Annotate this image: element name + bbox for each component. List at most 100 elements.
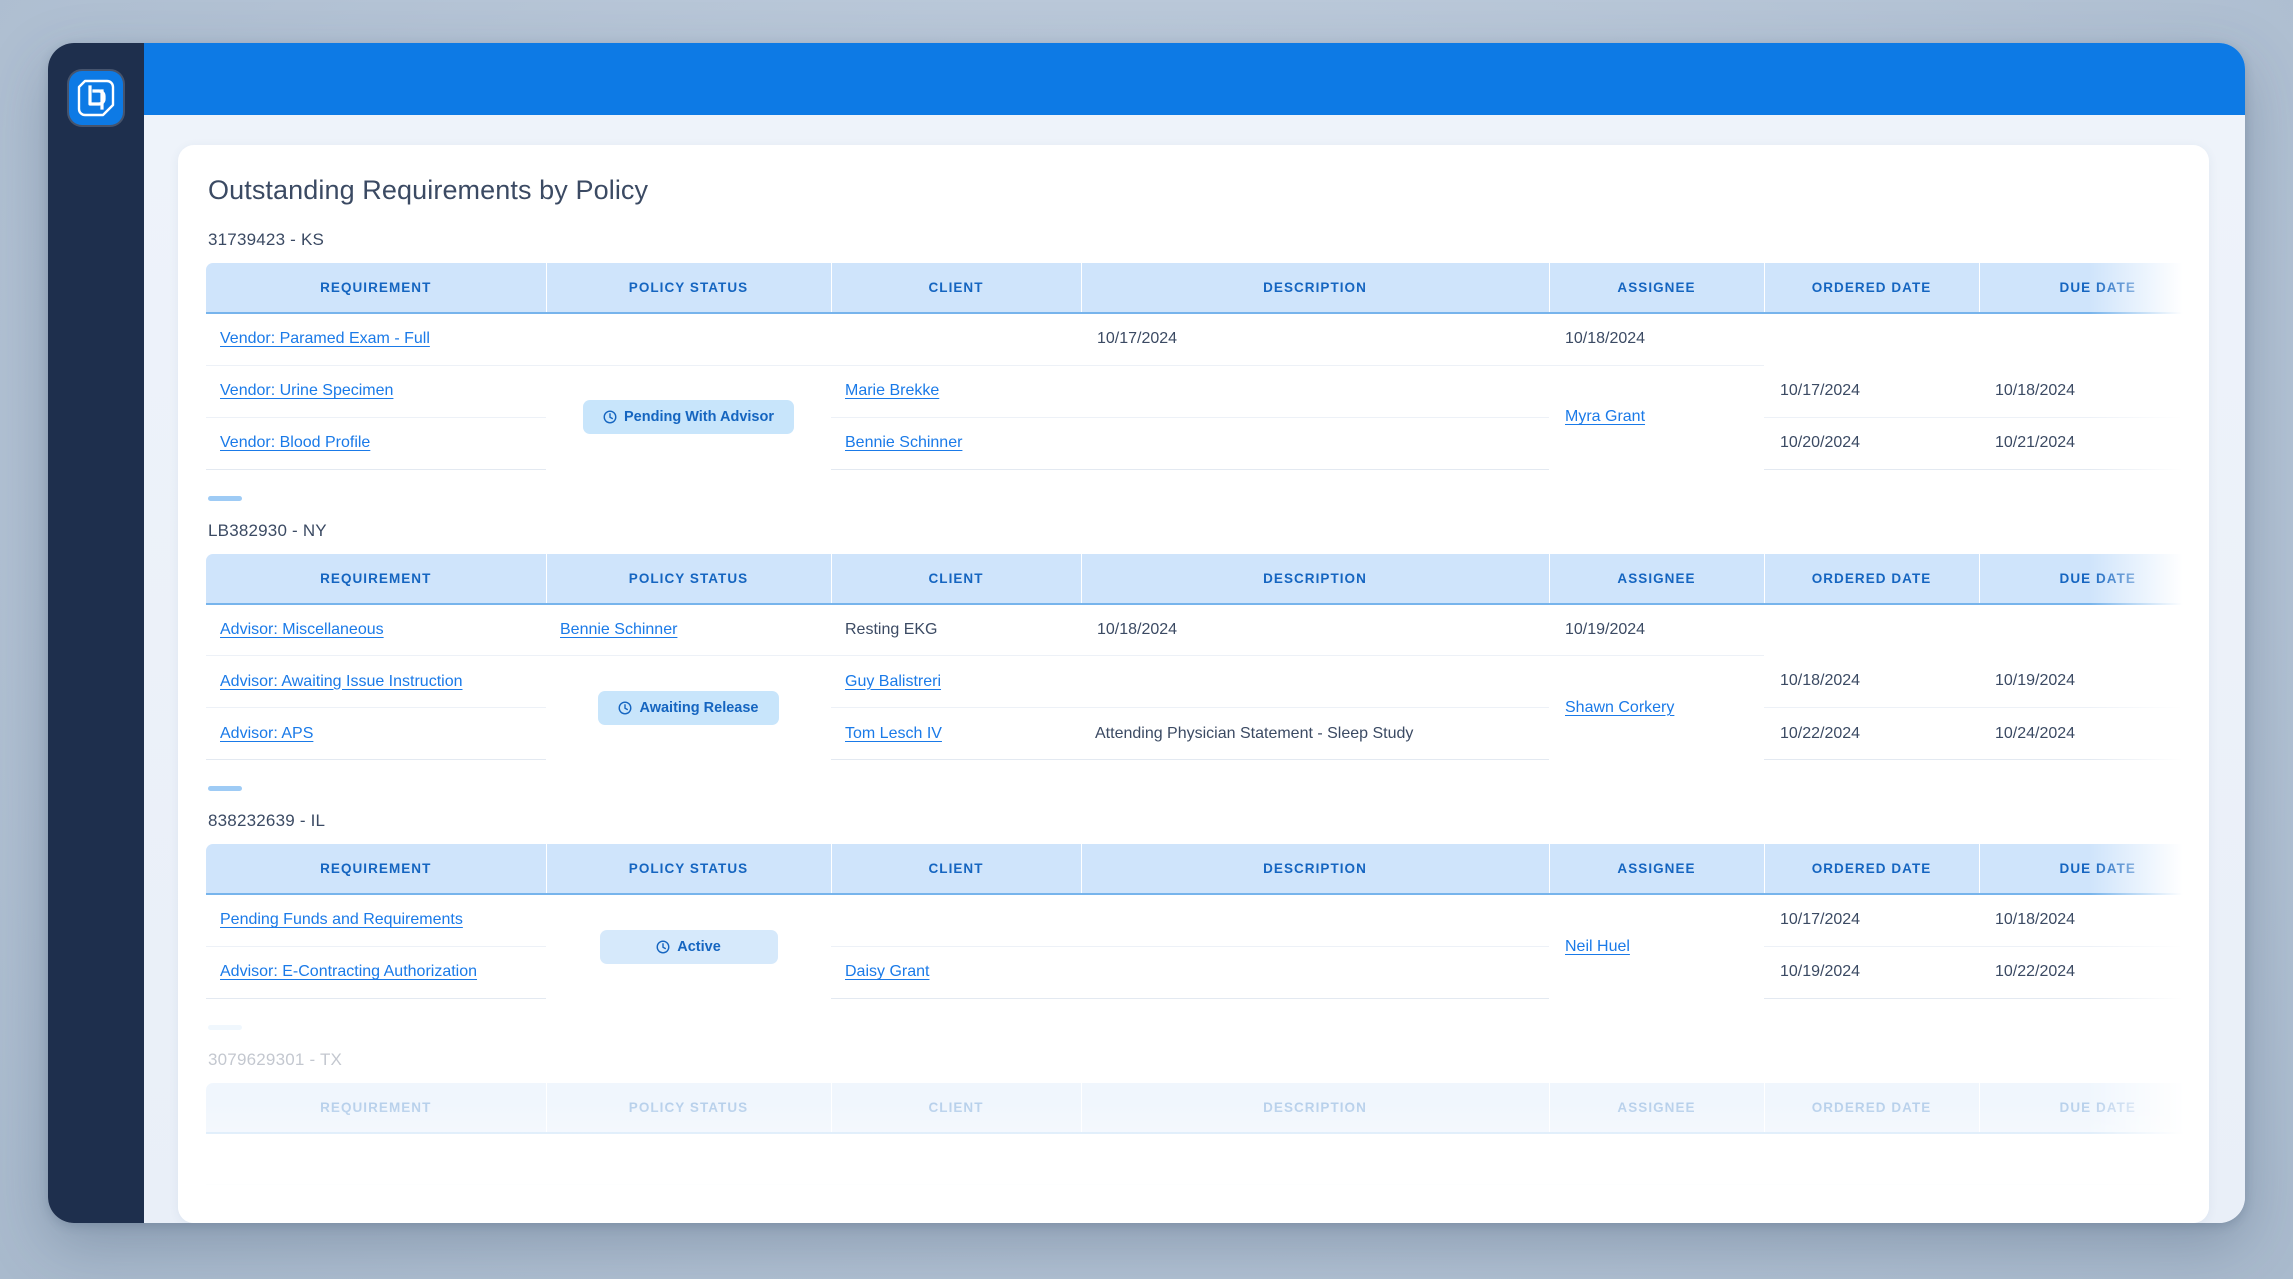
cell-ordered-date: 10/22/2024 [1764,707,1979,760]
cell-requirement: Advisor: Awaiting Issue Instruction [206,655,546,708]
client-link[interactable]: Bennie Schinner [845,434,962,451]
cell-client: Marie Brekke [831,365,1081,418]
column-header-client[interactable]: CLIENT [831,263,1082,314]
requirement-link[interactable]: Vendor: Urine Specimen [220,382,393,399]
cell-description: Attending Physician Statement - Sleep St… [1081,707,1549,760]
requirement-link[interactable]: Pending Funds and Requirements [220,911,463,928]
column-header-client[interactable]: CLIENT [831,1082,1082,1134]
column-header-policy-status[interactable]: POLICY STATUS [546,1082,832,1134]
column-header-due-date[interactable]: DUE DATE [1979,553,2209,605]
column-header-client[interactable]: CLIENT [831,553,1082,605]
column-header-description[interactable]: DESCRIPTION [1081,553,1550,605]
cell-due-date: 10/18/2024 [1979,365,2209,418]
policy-group-label: 31739423 - KS [208,230,325,249]
column-header-requirement[interactable]: REQUIREMENT [206,844,547,895]
requirements-table: REQUIREMENT POLICY STATUS CLIENT DESCRIPTIO… [206,1082,2209,1185]
assignee-link[interactable]: Myra Grant [1565,408,1645,425]
client-link[interactable]: Guy Balistreri [845,673,941,690]
requirements-table-wrapper: REQUIREMENT POLICY STATUS CLIENT DESCRIPTIO… [206,1082,2209,1185]
policy-group-label: 838232639 - IL [208,811,326,830]
column-header-due-date[interactable]: DUE DATE [1979,1082,2209,1134]
column-header-description[interactable]: DESCRIPTION [1081,1082,1550,1134]
column-header-client[interactable]: CLIENT [831,844,1082,895]
cell-requirement: Advisor: Miscellaneous [206,603,546,656]
requirement-link[interactable]: Advisor: Miscellaneous [220,621,384,638]
cell-empty [831,1132,1081,1185]
table-row[interactable]: Pending Funds and Requirements Active Neil… [206,894,2209,964]
requirements-table-wrapper: REQUIREMENT POLICY STATUS CLIENT DESCRIPTIO… [206,553,2209,760]
table-row[interactable]: Advisor: Miscellaneous Bennie Schinner Res… [206,603,2209,656]
requirement-link[interactable]: Advisor: E-Contracting Authorization [220,963,477,980]
table-header-row: REQUIREMENT POLICY STATUS CLIENT DESCRIPTIO… [206,553,2209,605]
table-row[interactable]: Advisor: APS Tom Lesch IV Attending Physic… [206,707,2209,760]
cell-ordered-date: 10/18/2024 [1764,655,1979,708]
report-card: Outstanding Requirements by Policy 31739… [178,145,2209,1223]
brand-logo-icon[interactable] [69,71,123,125]
table-row[interactable]: Vendor: Urine Specimen Pending With Advis… [206,365,2209,435]
requirements-table-wrapper: REQUIREMENT POLICY STATUS CLIENT DESCRIPTIO… [206,263,2209,470]
policy-group-label: 3079629301 - TX [208,1049,343,1069]
cell-policy-status: Active [546,894,831,998]
app-window: Outstanding Requirements by Policy 31739… [48,43,2245,1223]
column-header-description[interactable]: DESCRIPTION [1081,844,1550,895]
column-header-assignee[interactable]: ASSIGNEE [1549,553,1765,605]
column-header-assignee[interactable]: ASSIGNEE [1549,844,1765,895]
clock-icon [619,701,632,715]
client-link[interactable]: Bennie Schinner [560,621,677,638]
column-header-policy-status[interactable]: POLICY STATUS [546,844,832,895]
client-link[interactable]: Daisy Grant [845,963,929,980]
policy-group: 838232639 - IL REQUIREMENT POLICY STATUS CL… [206,786,2209,999]
policy-group: 31739423 - KS REQUIREMENT POLICY STATUS CLI… [206,230,2209,470]
column-header-policy-status[interactable]: POLICY STATUS [546,553,832,605]
requirements-table: REQUIREMENT POLICY STATUS CLIENT DESCRIPTIO… [206,263,2209,470]
table-row[interactable]: Vendor: Blood Profile Bennie Schinner 10/2… [206,417,2209,470]
requirement-link[interactable]: Advisor: Awaiting Issue Instruction [220,673,463,690]
column-header-ordered-date[interactable]: ORDERED DATE [1764,553,1980,605]
client-link[interactable]: Marie Brekke [845,382,939,399]
status-badge: Pending With Advisor [583,400,794,435]
cell-description [1081,365,1549,418]
cell-requirement: Vendor: Paramed Exam - Full [206,313,546,366]
cell-description [831,313,1081,366]
status-badge: Awaiting Release [598,690,779,725]
column-header-requirement[interactable]: REQUIREMENT [206,1082,547,1134]
table-row[interactable]: Vendor: Paramed Exam - Full 10/17/2024 10/… [206,313,2209,366]
assignee-link[interactable]: Neil Huel [1565,938,1630,955]
cell-description [1081,894,1549,947]
column-header-ordered-date[interactable]: ORDERED DATE [1764,1082,1980,1134]
requirement-link[interactable]: Vendor: Blood Profile [220,434,370,451]
cell-due-date: 10/24/2024 [1979,707,2209,760]
table-row [206,1132,2209,1185]
cell-due-date: 10/19/2024 [1979,655,2209,708]
cell-assignee: Myra Grant [1549,365,1764,469]
cell-ordered-date: 10/19/2024 [1764,946,1979,999]
column-header-requirement[interactable]: REQUIREMENT [206,263,547,314]
cell-ordered-date: 10/17/2024 [1764,894,1979,947]
cell-client [546,313,831,366]
cell-assignee: Shawn Corkery [1549,656,1764,760]
table-row[interactable]: Advisor: Awaiting Issue Instruction Await… [206,655,2209,725]
column-header-requirement[interactable]: REQUIREMENT [206,553,547,605]
cell-empty [1764,1132,1979,1185]
requirement-link[interactable]: Vendor: Paramed Exam - Full [220,330,430,347]
table-header-row: REQUIREMENT POLICY STATUS CLIENT DESCRIPTIO… [206,1082,2209,1134]
column-header-ordered-date[interactable]: ORDERED DATE [1764,263,1980,314]
main-region: Outstanding Requirements by Policy 31739… [144,43,2245,1223]
requirement-link[interactable]: Advisor: APS [220,725,313,742]
cell-requirement: Pending Funds and Requirements [206,894,546,947]
client-link[interactable]: Tom Lesch IV [845,725,942,742]
column-header-description[interactable]: DESCRIPTION [1081,263,1550,314]
column-header-due-date[interactable]: DUE DATE [1979,844,2209,895]
column-header-policy-status[interactable]: POLICY STATUS [546,263,832,314]
column-header-assignee[interactable]: ASSIGNEE [1549,1082,1765,1134]
assignee-link[interactable]: Shawn Corkery [1565,699,1674,716]
cell-requirement: Vendor: Blood Profile [206,417,546,470]
column-header-ordered-date[interactable]: ORDERED DATE [1764,844,1980,895]
policy-group-list: 31739423 - KS REQUIREMENT POLICY STATUS CLI… [206,230,2209,1185]
column-header-assignee[interactable]: ASSIGNEE [1549,263,1765,314]
table-row[interactable]: Advisor: E-Contracting Authorization Dais… [206,946,2209,999]
requirements-table-wrapper: REQUIREMENT POLICY STATUS CLIENT DESCRIPTIO… [206,844,2209,999]
column-header-due-date[interactable]: DUE DATE [1979,263,2209,314]
cell-client: Bennie Schinner [546,603,831,656]
cell-due-date: 10/21/2024 [1979,417,2209,470]
